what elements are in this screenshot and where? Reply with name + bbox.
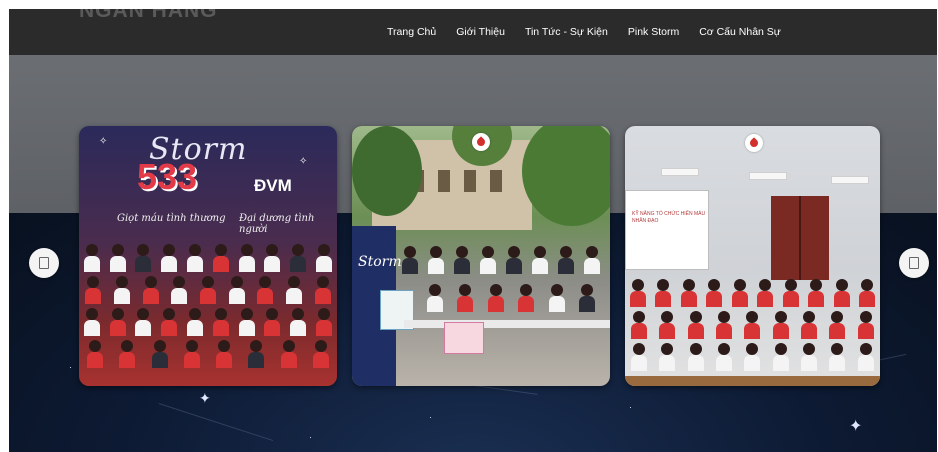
carousel-slide-2[interactable]: Storm [352, 126, 610, 386]
sparkle-icon: ✧ [299, 156, 308, 167]
nav-trang-chu[interactable]: Trang Chủ [387, 26, 436, 38]
site-logo-text[interactable]: NGÂN HÀNG [79, 9, 218, 23]
blood-drop-icon [472, 133, 490, 151]
star-decoration: ✦ [199, 390, 211, 406]
sparkle-icon: ✧ [99, 136, 108, 147]
tree [522, 126, 610, 226]
carousel-prev-button[interactable] [29, 248, 59, 278]
wooden-door [771, 196, 829, 280]
carousel-slide-1[interactable]: ✧ ✧ Storm 533 ĐVM Giọt máu tình thương Đ… [79, 126, 337, 386]
blood-drop-icon [745, 134, 763, 152]
page-frame: NGÂN HÀNG Trang Chủ Giới Thiệu Tin Tức -… [9, 9, 937, 452]
ceiling-light [661, 168, 699, 176]
nav-gioi-thieu[interactable]: Giới Thiệu [456, 26, 505, 38]
main-nav: Trang Chủ Giới Thiệu Tin Tức - Sự Kiện P… [387, 9, 781, 55]
star-decoration: · [309, 432, 312, 442]
projector-screen: KỸ NĂNG TỔ CHỨC HIẾN MÁU NHÂN ĐẠO [625, 190, 709, 270]
tree [352, 126, 422, 216]
group-photo-crowd [79, 236, 337, 386]
star-decoration: ✦ [849, 418, 863, 435]
ceiling-light [831, 176, 869, 184]
floor-strip [625, 376, 880, 386]
carousel-slide-3[interactable]: KỸ NĂNG TỔ CHỨC HIẾN MÁU NHÂN ĐẠO [625, 126, 880, 386]
top-navbar: NGÂN HÀNG Trang Chủ Giới Thiệu Tin Tức -… [9, 9, 937, 55]
nav-tin-tuc-su-kien[interactable]: Tin Tức - Sự Kiện [525, 26, 608, 38]
nav-pink-storm[interactable]: Pink Storm [628, 26, 679, 38]
nav-co-cau-nhan-su[interactable]: Cơ Cấu Nhân Sự [699, 26, 781, 38]
event-table [404, 320, 610, 328]
arrow-left-icon [39, 257, 49, 269]
star-decoration: · [629, 402, 632, 412]
slide-unit: ĐVM [254, 176, 292, 195]
carousel-next-button[interactable] [899, 248, 929, 278]
banner-text: Storm [358, 254, 402, 270]
slide-subtitle-right: Đại dương tình người [239, 213, 315, 235]
slide-subtitle-left: Giọt máu tình thương [117, 213, 226, 224]
class-photo-crowd [625, 271, 880, 386]
event-sign [444, 322, 484, 354]
ceiling-light [749, 172, 787, 180]
constellation-line [158, 403, 274, 442]
slide-count: 533 [137, 156, 198, 197]
star-decoration: · [429, 412, 432, 422]
arrow-right-icon [909, 257, 919, 269]
screen-text: KỸ NĂNG TỔ CHỨC HIẾN MÁU NHÂN ĐẠO [632, 211, 706, 224]
star-decoration: · [69, 362, 72, 372]
